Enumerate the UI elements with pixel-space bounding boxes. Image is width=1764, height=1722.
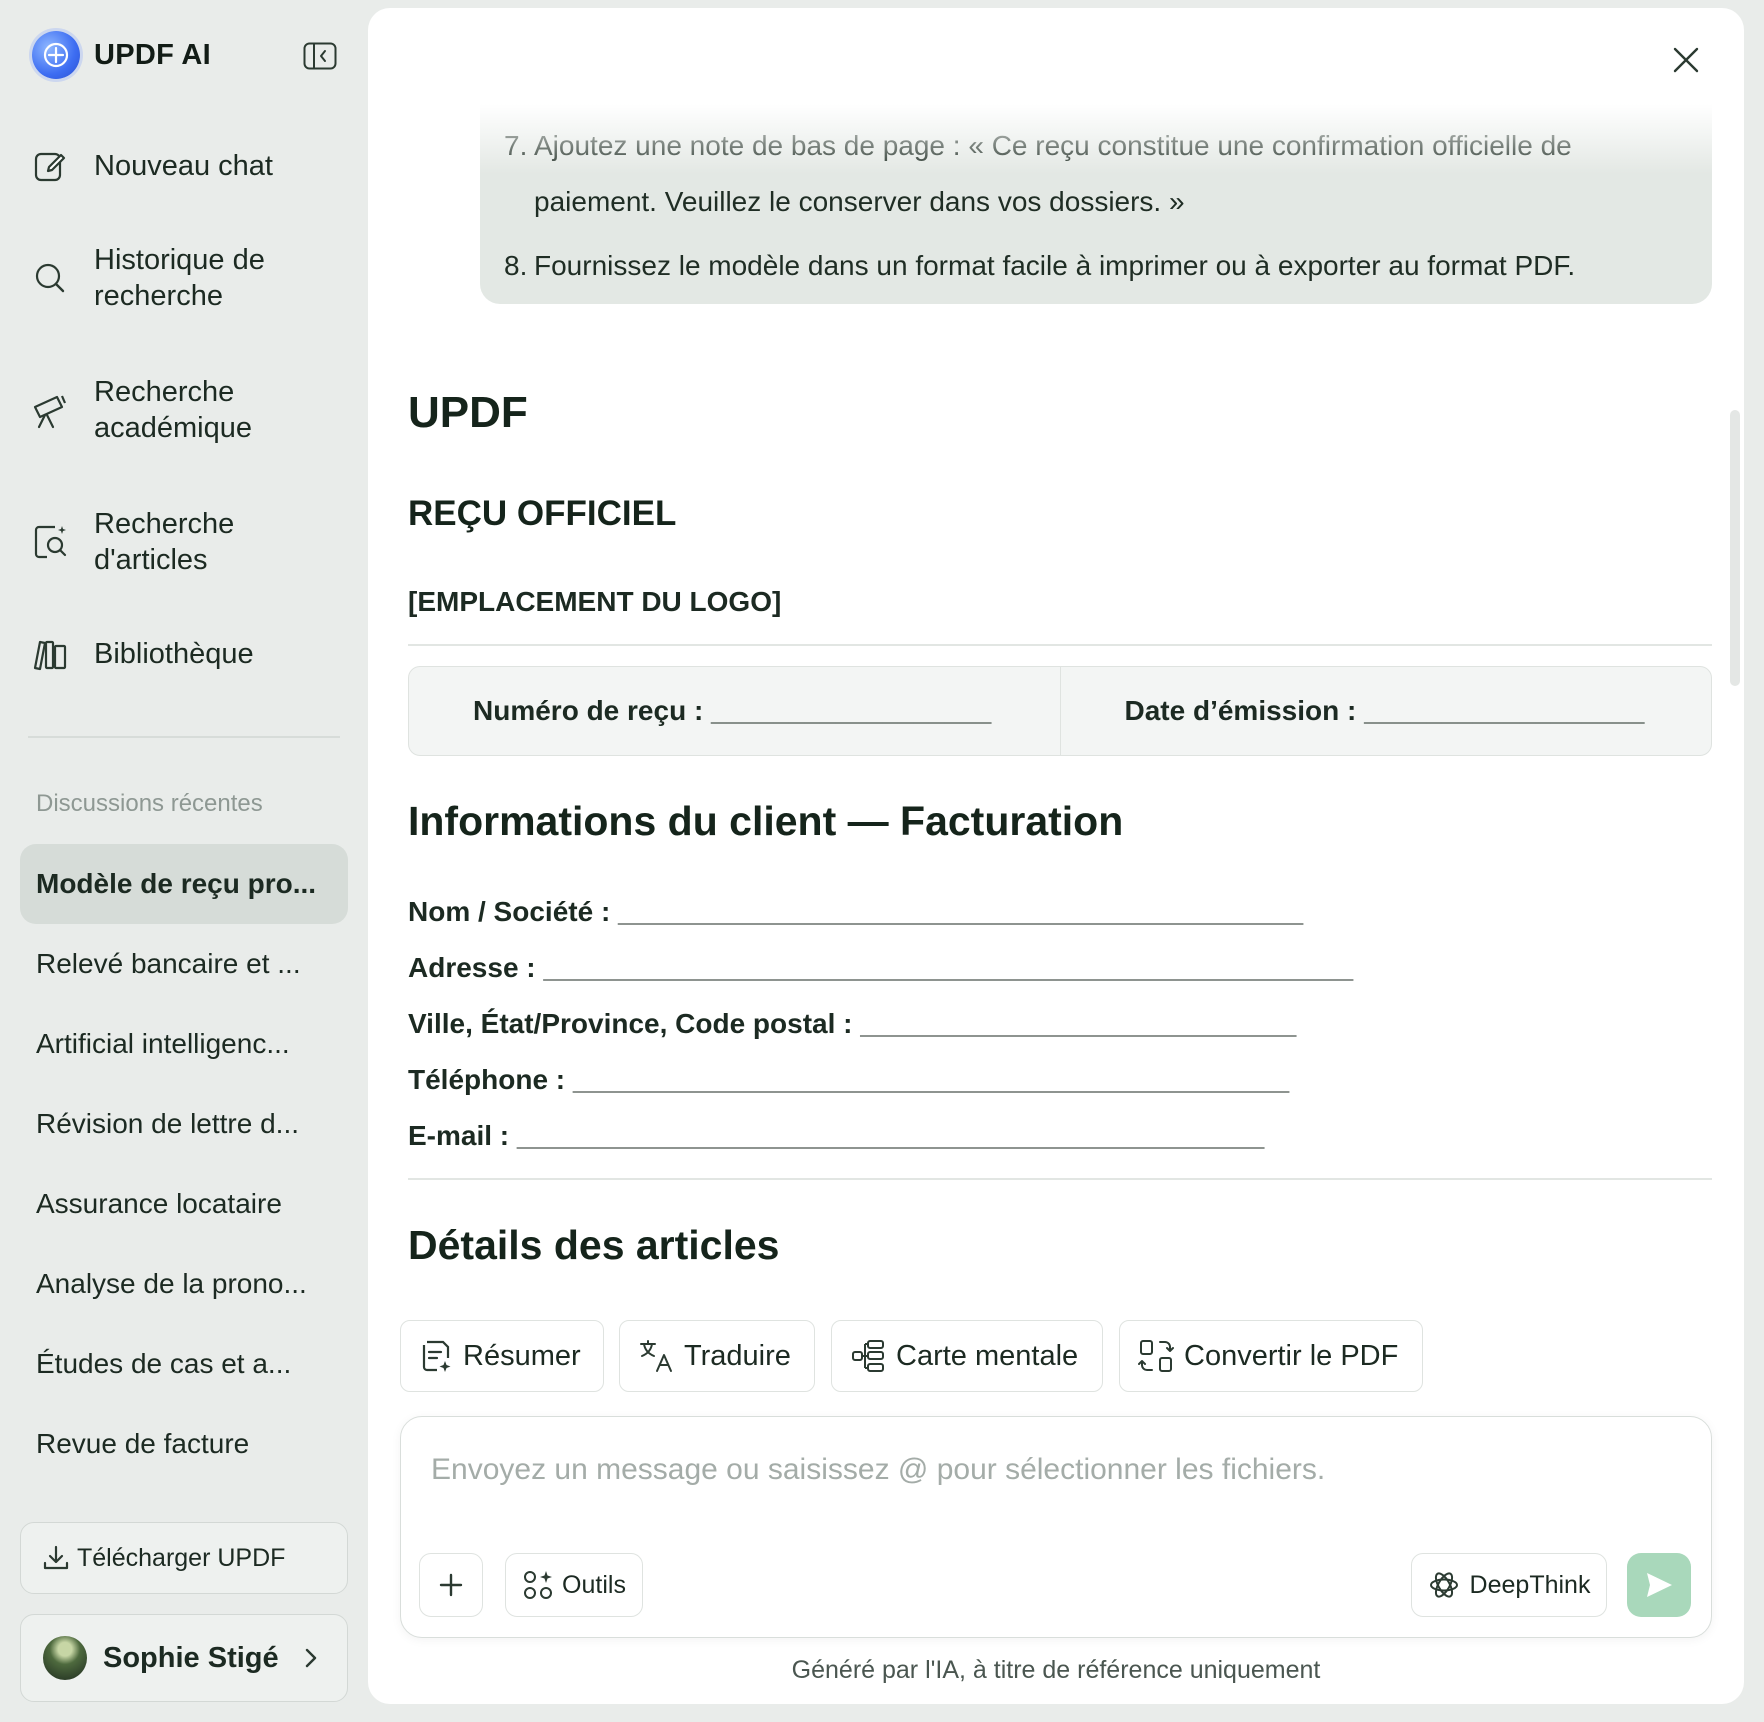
receipt-number-cell: Numéro de reçu : __________________ xyxy=(473,695,992,726)
field-email: E-mail : _______________________________… xyxy=(408,1120,1265,1151)
ai-disclaimer: Généré par l'IA, à titre de référence un… xyxy=(791,1656,1321,1684)
issue-date-cell: Date d’émission : __________________ xyxy=(1059,667,1712,755)
download-icon xyxy=(43,1545,69,1570)
logo-placeholder: [EMPLACEMENT DU LOGO] xyxy=(408,586,782,617)
recent-chat-item[interactable]: Revue de facture xyxy=(20,1404,348,1484)
close-icon xyxy=(1673,47,1699,73)
tool-label: Traduire xyxy=(684,1339,791,1372)
atom-icon xyxy=(1429,1572,1458,1598)
mindmap-button[interactable]: Carte mentale xyxy=(831,1320,1103,1392)
recent-chat-item[interactable]: Révision de lettre d... xyxy=(20,1084,348,1164)
nav-item-academic-search[interactable]: Recherche académique xyxy=(28,374,348,446)
scrollbar[interactable] xyxy=(1730,410,1740,686)
list-item: 8. Fournissez le modèle dans un format f… xyxy=(504,238,1682,294)
field-city-state-zip: Ville, État/Province, Code postal : ____… xyxy=(408,1008,1297,1039)
doc-brand-heading: UPDF xyxy=(408,388,528,437)
field-address: Adresse : ______________________________… xyxy=(408,952,1354,983)
recent-chat-item[interactable]: Études de cas et a... xyxy=(20,1324,348,1404)
recent-chat-item[interactable]: Modèle de reçu pro... xyxy=(20,844,348,924)
tools-button[interactable]: Outils xyxy=(505,1553,643,1617)
divider xyxy=(408,644,1712,646)
download-updf-button[interactable]: Télécharger UPDF xyxy=(20,1522,348,1594)
deepthink-label: DeepThink xyxy=(1469,1570,1591,1599)
user-message-bubble: 7. Ajoutez une note de bas de page : « C… xyxy=(480,104,1712,304)
translate-icon xyxy=(640,1340,672,1372)
nav-label: Recherche d'articles xyxy=(94,508,235,576)
telescope-icon xyxy=(28,388,72,432)
nav-label: Bibliothèque xyxy=(94,638,254,670)
updf-ai-logo-icon xyxy=(32,31,80,79)
message-composer: Outils DeepThink xyxy=(400,1416,1712,1638)
tool-label: Carte mentale xyxy=(896,1339,1079,1372)
divider xyxy=(408,1178,1712,1180)
item-details-heading: Détails des articles xyxy=(408,1222,780,1268)
sidebar: UPDF AI Nouveau chat Historique de reche… xyxy=(0,0,366,1722)
chat-panel: 7. Ajoutez une note de bas de page : « C… xyxy=(368,8,1744,1704)
tools-grid-icon xyxy=(524,1571,553,1599)
document-search-icon xyxy=(28,520,72,564)
nav-item-library[interactable]: Bibliothèque xyxy=(28,632,348,676)
recent-chat-item[interactable]: Analyse de la prono... xyxy=(20,1244,348,1324)
nav-label: Recherche académique xyxy=(94,376,252,444)
receipt-info-table: Numéro de reçu : __________________ Date… xyxy=(408,666,1712,756)
sidebar-toggle-icon xyxy=(303,42,337,70)
list-text: Ajoutez une note de bas de page : « Ce r… xyxy=(534,130,1572,217)
recent-chat-item[interactable]: Relevé bancaire et ... xyxy=(20,924,348,1004)
convert-icon xyxy=(1138,1340,1174,1372)
nav-label: Nouveau chat xyxy=(94,150,273,182)
field-phone: Téléphone : ____________________________… xyxy=(408,1064,1290,1095)
recent-chat-item[interactable]: Artificial intelligenc... xyxy=(20,1004,348,1084)
convert-pdf-button[interactable]: Convertir le PDF xyxy=(1119,1320,1423,1392)
client-info-heading: Informations du client — Facturation xyxy=(408,798,1124,844)
sidebar-divider xyxy=(28,736,340,738)
list-text: Fournissez le modèle dans un format faci… xyxy=(534,250,1576,281)
avatar xyxy=(43,1636,87,1680)
library-icon xyxy=(28,632,72,676)
doc-title: REÇU OFFICIEL xyxy=(408,494,677,533)
app-name: UPDF AI xyxy=(94,38,212,71)
download-label: Télécharger UPDF xyxy=(77,1543,286,1572)
edit-icon xyxy=(28,144,72,188)
send-button[interactable] xyxy=(1627,1553,1691,1617)
message-input[interactable] xyxy=(431,1447,1671,1493)
tools-label: Outils xyxy=(562,1570,626,1599)
list-number: 8. xyxy=(504,250,528,281)
chevron-right-icon xyxy=(305,1648,317,1668)
deepthink-toggle[interactable]: DeepThink xyxy=(1411,1553,1607,1617)
tool-label: Convertir le PDF xyxy=(1184,1339,1399,1372)
collapse-sidebar-button[interactable] xyxy=(302,40,338,72)
nav-item-article-search[interactable]: Recherche d'articles xyxy=(28,506,348,578)
nav-item-new-chat[interactable]: Nouveau chat xyxy=(28,144,348,188)
recent-chats-heading: Discussions récentes xyxy=(36,790,263,817)
add-attachment-button[interactable] xyxy=(419,1553,483,1617)
nav-label: Historique de recherche xyxy=(94,244,265,312)
recent-chat-item[interactable]: Assurance locataire xyxy=(20,1164,348,1244)
user-name: Sophie Stigé xyxy=(103,1641,279,1674)
list-item: 7. Ajoutez une note de bas de page : « C… xyxy=(504,118,1682,230)
search-icon xyxy=(28,256,72,300)
mindmap-icon xyxy=(852,1340,884,1372)
close-button[interactable] xyxy=(1666,40,1706,80)
user-profile-button[interactable]: Sophie Stigé xyxy=(20,1614,348,1702)
brand: UPDF AI xyxy=(32,30,211,80)
tool-label: Résumer xyxy=(463,1339,581,1372)
field-name-company: Nom / Société : ________________________… xyxy=(408,896,1304,927)
summarize-icon xyxy=(422,1340,451,1372)
plus-icon xyxy=(439,1573,463,1597)
translate-button[interactable]: Traduire xyxy=(619,1320,815,1392)
summarize-button[interactable]: Résumer xyxy=(400,1320,604,1392)
send-icon xyxy=(1647,1573,1672,1597)
list-number: 7. xyxy=(504,130,528,161)
nav-item-search-history[interactable]: Historique de recherche xyxy=(28,242,348,314)
